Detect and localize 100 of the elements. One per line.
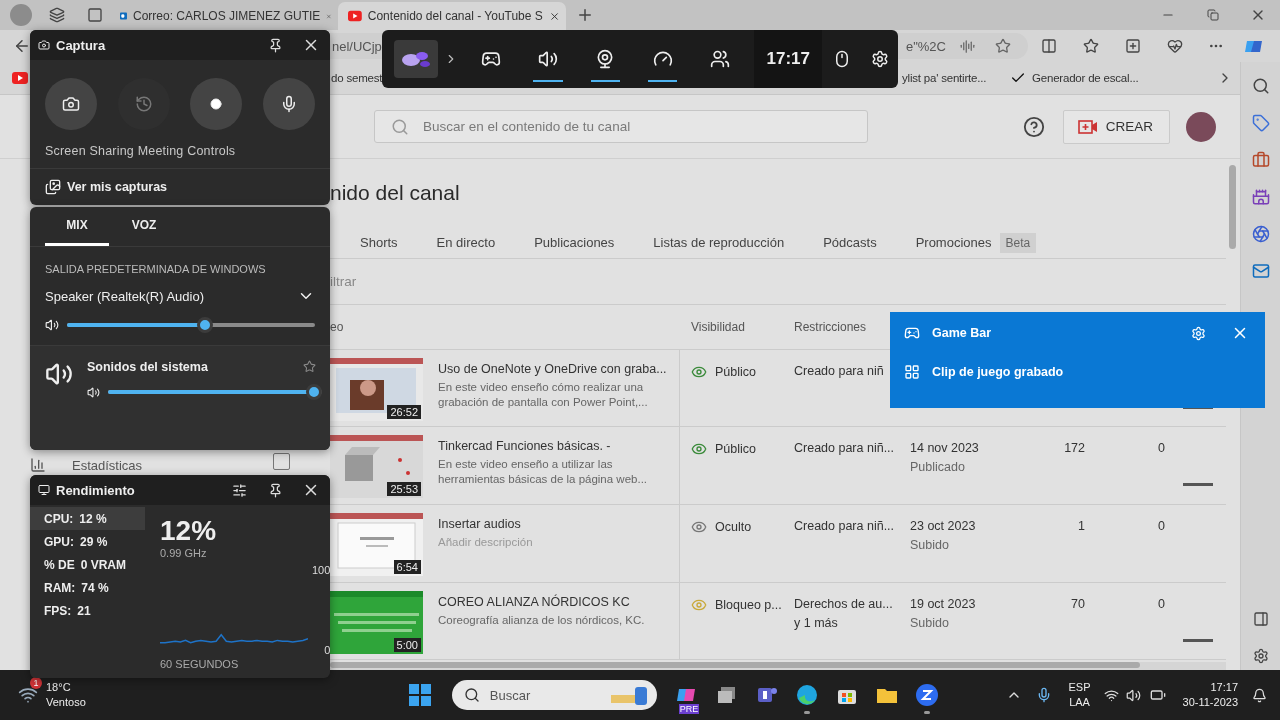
visibility-cell[interactable]: Oculto xyxy=(691,518,794,535)
notification-message: Clip de juego grabado xyxy=(932,365,1064,379)
capture-button[interactable] xyxy=(45,78,97,130)
video-title[interactable]: COREO ALIANZA NÓRDICOS KC xyxy=(438,594,671,609)
settings-icon xyxy=(870,50,889,68)
gallery-icon xyxy=(45,178,61,195)
weather-condition: Ventoso xyxy=(46,695,86,710)
video-duration: 25:53 xyxy=(387,482,421,497)
axis-label: 60 SEGUNDOS xyxy=(160,658,240,670)
keyboard-layout[interactable]: LAA xyxy=(1069,695,1090,710)
monitor-icon xyxy=(38,484,50,496)
pin-icon xyxy=(267,37,283,53)
audio-tab[interactable]: VOZ xyxy=(109,207,179,246)
chess-piece-icon xyxy=(1251,188,1270,206)
create-button[interactable]: CREAR xyxy=(1062,109,1170,144)
visibility-cell[interactable]: Bloqueo p... xyxy=(691,596,794,613)
horizontal-scrollbar[interactable] xyxy=(330,662,1226,670)
content-tab[interactable]: Publicaciones xyxy=(534,235,615,251)
video-plus-icon xyxy=(1077,118,1098,135)
views-cell: 70 xyxy=(1071,596,1085,611)
settings-icon xyxy=(1190,325,1206,341)
metric-item[interactable]: CPU: 12 % xyxy=(30,507,145,530)
date[interactable]: 30-11-2023 xyxy=(1182,695,1238,710)
settings-icon xyxy=(1252,648,1269,664)
channel-avatar[interactable] xyxy=(1186,111,1216,142)
sliders-icon xyxy=(231,482,247,498)
tag-icon xyxy=(1251,114,1270,132)
metric-item[interactable]: FPS: 21 xyxy=(30,599,145,622)
audio-tab[interactable]: MIX xyxy=(45,207,109,246)
panel-title: Captura xyxy=(56,37,107,53)
search-icon xyxy=(391,117,409,136)
read-aloud-icon xyxy=(959,38,975,54)
favorites-icon xyxy=(1083,38,1099,54)
battery-icon xyxy=(1149,687,1166,703)
gauge-icon xyxy=(652,49,673,69)
language[interactable]: ESP xyxy=(1068,680,1091,695)
comments-cell: 0 xyxy=(1158,596,1165,611)
section-label: SALIDA PREDETERMINADA DE WINDOWS xyxy=(44,262,267,277)
visibility-cell[interactable]: Público xyxy=(691,363,794,380)
status-cell-text: Subido xyxy=(910,537,950,552)
content-tab[interactable]: En directo xyxy=(436,235,496,251)
notification-title: Game Bar xyxy=(932,326,993,340)
clock[interactable]: 17:17 xyxy=(1210,680,1238,695)
zoom-app-icon xyxy=(914,683,939,707)
row-checkbox[interactable] xyxy=(273,453,290,470)
video-title[interactable]: Tinkercad Funciones básicas. - xyxy=(438,439,671,454)
column-header: Visibilidad xyxy=(690,320,746,334)
history-icon xyxy=(134,95,153,113)
help-icon xyxy=(1022,115,1045,138)
edge-icon xyxy=(794,683,819,707)
device-dropdown[interactable]: Speaker (Realtek(R) Audio) xyxy=(30,283,330,309)
camera-icon xyxy=(62,95,80,113)
gallery-link[interactable]: Ver mis capturas xyxy=(30,168,330,204)
chart-icon xyxy=(30,457,46,473)
aperture-icon xyxy=(1251,225,1270,243)
metric-item[interactable]: % DE 0 VRAM xyxy=(30,553,145,576)
video-title[interactable]: Insertar audios xyxy=(438,516,671,531)
clock: 17:17 xyxy=(754,30,822,88)
widget-menu-button[interactable] xyxy=(394,40,438,78)
search-field[interactable]: Buscar en el contenido de tu canal xyxy=(374,110,868,143)
cpu-value: 12% xyxy=(160,515,218,547)
restriction-cell-text: Derechos de au... xyxy=(794,596,894,611)
restriction-cell-text: Creado para niñ xyxy=(794,363,885,378)
speaker-icon xyxy=(537,49,558,69)
axis-tick: 100 xyxy=(312,563,330,577)
start-icon xyxy=(408,684,431,706)
bell-icon xyxy=(1251,687,1267,703)
date-cell-text: 14 nov 2023 xyxy=(910,441,980,456)
wifi-icon xyxy=(1104,687,1120,703)
bookmark[interactable]: Generador de escal... xyxy=(1010,70,1139,86)
volume-slider[interactable] xyxy=(108,384,322,400)
column-header: eo xyxy=(330,320,345,334)
volume-slider[interactable] xyxy=(67,317,315,333)
bookmark[interactable]: do semest xyxy=(331,72,383,84)
content-tab[interactable]: Pódcasts xyxy=(823,235,877,251)
video-title[interactable]: Uso de OneNote y OneDrive con graba... xyxy=(438,361,671,376)
content-tab[interactable]: Promociones Beta xyxy=(915,233,1037,253)
browser-tab[interactable]: Correo: CARLOS JIMENEZ GUTIE xyxy=(110,2,338,30)
views-cell: 172 xyxy=(1064,441,1085,456)
metric-item[interactable]: GPU: 29 % xyxy=(30,530,145,553)
bookmark[interactable]: ylist pa' sentirte... xyxy=(902,72,987,84)
metric-item[interactable]: RAM: 74 % xyxy=(30,576,145,599)
date-cell-text: 19 oct 2023 xyxy=(910,596,977,611)
tabs-icon xyxy=(87,7,103,23)
notification-badge: 1 xyxy=(30,677,42,689)
status-cell-text: Publicado xyxy=(910,460,966,475)
taskbar-search-field[interactable]: Buscar xyxy=(451,680,657,710)
video-site-icon xyxy=(12,72,28,84)
content-tab[interactable]: Shorts xyxy=(360,235,398,251)
browser-tab[interactable]: Contenido del canal - YouTube S xyxy=(338,2,566,30)
nav-item[interactable]: Estadísticas xyxy=(0,455,330,475)
mail-icon xyxy=(1251,262,1270,280)
status-cell-text: Subido xyxy=(910,615,950,630)
search-icon xyxy=(463,687,480,703)
panel-icon xyxy=(1252,611,1269,627)
app-name: Sonidos del sistema xyxy=(87,360,208,374)
content-tab[interactable]: Listas de reproducción xyxy=(653,235,785,251)
visibility-cell[interactable]: Público xyxy=(691,441,794,458)
cpu-frequency: 0.99 GHz xyxy=(160,547,208,559)
taskbar-app[interactable]: PRE xyxy=(666,675,707,715)
